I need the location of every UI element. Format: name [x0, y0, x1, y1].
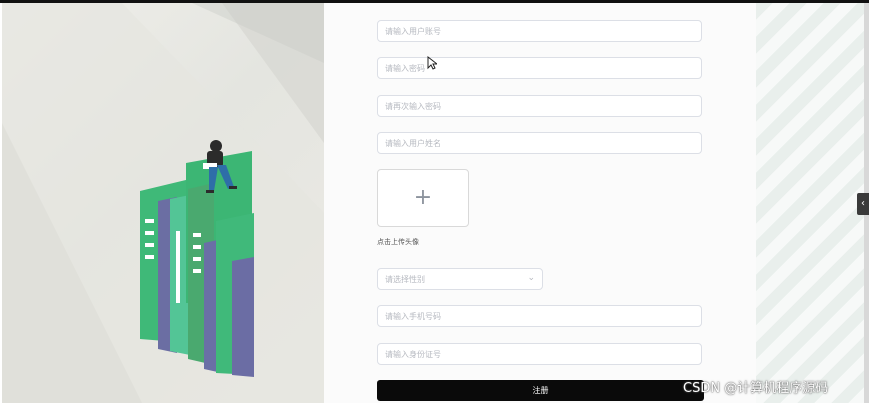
idcard-input[interactable]: 请输入身份证号 [377, 343, 702, 365]
confirm-password-placeholder: 请再次输入密码 [385, 102, 441, 111]
username-input[interactable]: 请输入用户账号 [377, 20, 702, 42]
phone-input[interactable]: 请输入手机号码 [377, 305, 702, 327]
name-placeholder: 请输入用户姓名 [385, 139, 441, 148]
chevron-down-icon: ⌄ [527, 273, 535, 283]
confirm-password-input[interactable]: 请再次输入密码 [377, 95, 702, 117]
phone-placeholder: 请输入手机号码 [385, 312, 441, 321]
watermark-text: CSDN @计算机程序源码 [683, 381, 829, 396]
register-button[interactable]: 注册 [377, 380, 704, 401]
mouse-cursor-icon [427, 56, 437, 70]
idcard-placeholder: 请输入身份证号 [385, 350, 441, 359]
password-placeholder: 请输入密码 [385, 64, 425, 73]
chevron-left-icon[interactable]: ‹ [857, 193, 869, 215]
gender-placeholder: 请选择性别 [385, 275, 425, 284]
password-input[interactable]: 请输入密码 [377, 57, 702, 79]
avatar-upload-button[interactable]: + [377, 169, 469, 227]
upload-avatar-label: 点击上传头像 [377, 238, 419, 246]
name-input[interactable]: 请输入用户姓名 [377, 132, 702, 154]
username-placeholder: 请输入用户账号 [385, 27, 441, 36]
illustration-panel [2, 3, 324, 403]
books-illustration [2, 3, 324, 403]
plus-icon: + [413, 185, 433, 210]
decorative-stripes-panel [756, 3, 864, 403]
gender-select[interactable]: 请选择性别 ⌄ [377, 268, 543, 290]
